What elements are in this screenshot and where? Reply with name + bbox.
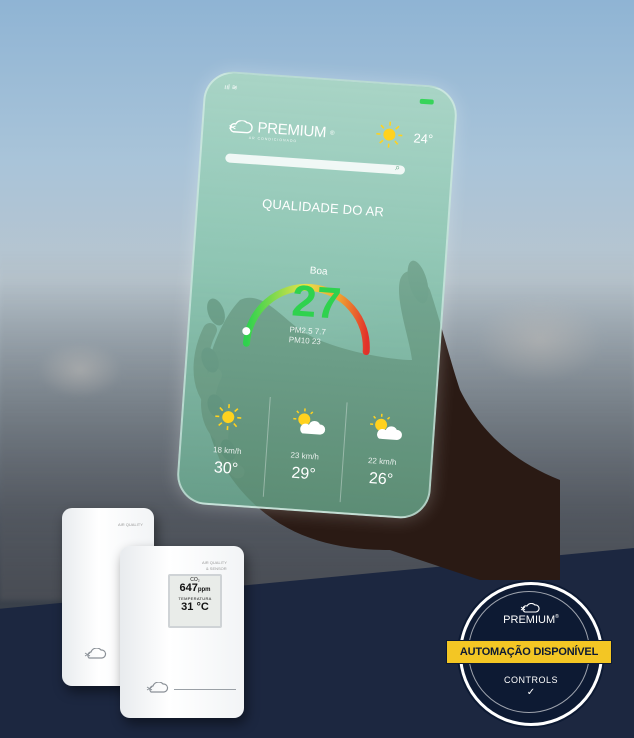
cloud-logo-icon [229,119,253,133]
search-bar[interactable]: ⌕ [225,153,406,175]
forecast-temp: 30° [213,459,239,478]
cloud-logo-icon [520,603,540,613]
air-quality-title: QUALIDADE DO AR [261,195,385,220]
sensor-device-front: AIR QUALITY & SENSOR CO₂ 647ppm TEMPERAT… [120,546,244,718]
partly-cloudy-icon [292,408,325,435]
product-banner: ııl ≋ PREMIUM ® AR CONDICIONADO 24° ⌕ QUA… [0,0,634,738]
battery-icon [419,98,434,105]
cloud-logo-icon [146,682,169,693]
forecast-day-3[interactable]: 22 km/h 26° [341,402,424,507]
check-icon: ✓ [526,687,536,698]
automation-badge: PREMIUM® AUTOMAÇÃO DISPONÍVEL CONTROLS ✓ [446,582,612,726]
badge-logo: PREMIUM® [462,603,600,626]
badge-brand: PREMIUM [503,614,556,626]
device-small-text: AIR QUALITY [118,522,143,527]
badge-controls-label: CONTROLS [503,675,558,685]
temperature-value: 31 °C [181,601,209,613]
search-icon[interactable]: ⌕ [395,162,401,173]
forecast-temp: 29° [290,464,317,484]
co2-value: 647 [179,582,198,594]
forecast-temp: 26° [368,470,394,489]
cloud-logo-icon [84,648,107,659]
registered-mark: ® [329,130,335,137]
app-logo: PREMIUM ® AR CONDICIONADO [227,117,335,143]
forecast-day-2[interactable]: 23 km/h 29° [263,397,348,503]
forecast-wind: 22 km/h [367,455,397,467]
forecast-row: 18 km/h 30° 23 km/h 29° 22 km/h 26° [185,391,424,508]
partly-cloudy-icon [370,413,403,440]
current-temperature: 24° [413,130,434,147]
co2-unit: ppm [197,587,211,593]
signal-indicator: ııl ≋ [224,84,238,92]
forecast-day-1[interactable]: 18 km/h 30° [185,391,271,497]
co2-value-row: 647ppm [170,583,220,596]
device-small-text: AIR QUALITY [202,560,227,565]
badge-registered-mark: ® [555,614,559,620]
device-divider [174,689,236,690]
device-small-text-2: & SENSOR [206,566,227,571]
smartphone-mockup: ııl ≋ PREMIUM ® AR CONDICIONADO 24° ⌕ QUA… [175,69,459,521]
device-display: CO₂ 647ppm TEMPERATURA 31 °C [168,574,222,628]
automation-ribbon: AUTOMAÇÃO DISPONÍVEL [446,640,612,664]
forecast-wind: 23 km/h [290,450,320,462]
forecast-wind: 18 km/h [212,445,242,457]
pm-readings: PM2.5 7.7 PM10 23 [288,325,327,347]
sun-icon [215,404,242,431]
sun-icon [376,121,403,148]
